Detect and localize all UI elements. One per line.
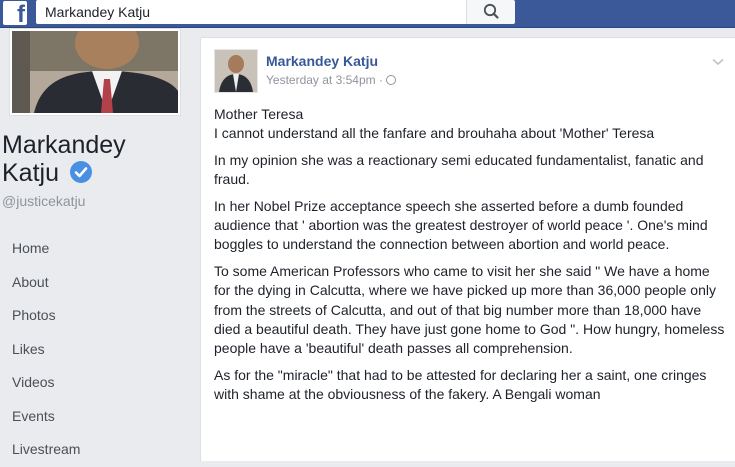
sidebar-item-events[interactable]: Events	[0, 400, 190, 434]
author-avatar[interactable]	[214, 49, 258, 93]
post-line: Mother Teresa	[214, 106, 304, 122]
post-paragraph: To some American Professors who came to …	[214, 262, 725, 357]
chevron-down-icon	[712, 58, 724, 66]
sidebar-item-livestream[interactable]: Livestream	[0, 433, 190, 467]
post-options-button[interactable]	[712, 53, 724, 71]
search-icon	[483, 3, 499, 19]
post-paragraph: In her Nobel Prize acceptance speech she…	[214, 197, 708, 253]
post-timestamp[interactable]: Yesterday at 3:54pm ·	[266, 73, 383, 87]
page-handle[interactable]: @justicekatju	[2, 193, 85, 209]
page-name[interactable]: Markandey Katju	[2, 131, 126, 187]
page-name-line2: Katju	[2, 159, 59, 187]
sidebar-item-photos[interactable]: Photos	[0, 299, 190, 333]
post-paragraph: As for the "miracle" that had to be atte…	[214, 366, 707, 403]
search-button[interactable]	[466, 0, 515, 24]
profile-photo-image	[12, 17, 178, 113]
author-avatar-image	[215, 50, 257, 92]
post-paragraph: Mother Teresa I cannot understand all th…	[214, 105, 726, 144]
top-navigation-bar: f Markandey Katju	[0, 0, 735, 28]
post-meta: Yesterday at 3:54pm ·	[266, 73, 396, 87]
author-name-link[interactable]: Markandey Katju	[266, 53, 378, 69]
page-name-line1: Markandey	[2, 131, 126, 159]
search-input[interactable]: Markandey Katju	[36, 0, 466, 24]
profile-picture[interactable]	[9, 17, 181, 116]
post-paragraph: In my opinion she was a reactionary semi…	[214, 151, 704, 188]
post-line: I cannot understand all the fanfare and …	[214, 125, 655, 142]
sidebar-item-about[interactable]: About	[0, 266, 190, 300]
page-sidebar-nav: Home About Photos Likes Videos Events Li…	[0, 232, 190, 467]
post-card: Markandey Katju Yesterday at 3:54pm · Mo…	[200, 37, 735, 461]
facebook-logo-icon[interactable]: f	[3, 1, 27, 25]
sidebar-item-videos[interactable]: Videos	[0, 366, 190, 400]
globe-icon	[385, 75, 396, 85]
sidebar-item-likes[interactable]: Likes	[0, 333, 190, 367]
sidebar-item-home[interactable]: Home	[0, 232, 190, 266]
verified-badge-icon	[69, 161, 92, 183]
post-text: Mother Teresa I cannot understand all th…	[214, 105, 726, 412]
facebook-logo-letter: f	[17, 1, 25, 25]
